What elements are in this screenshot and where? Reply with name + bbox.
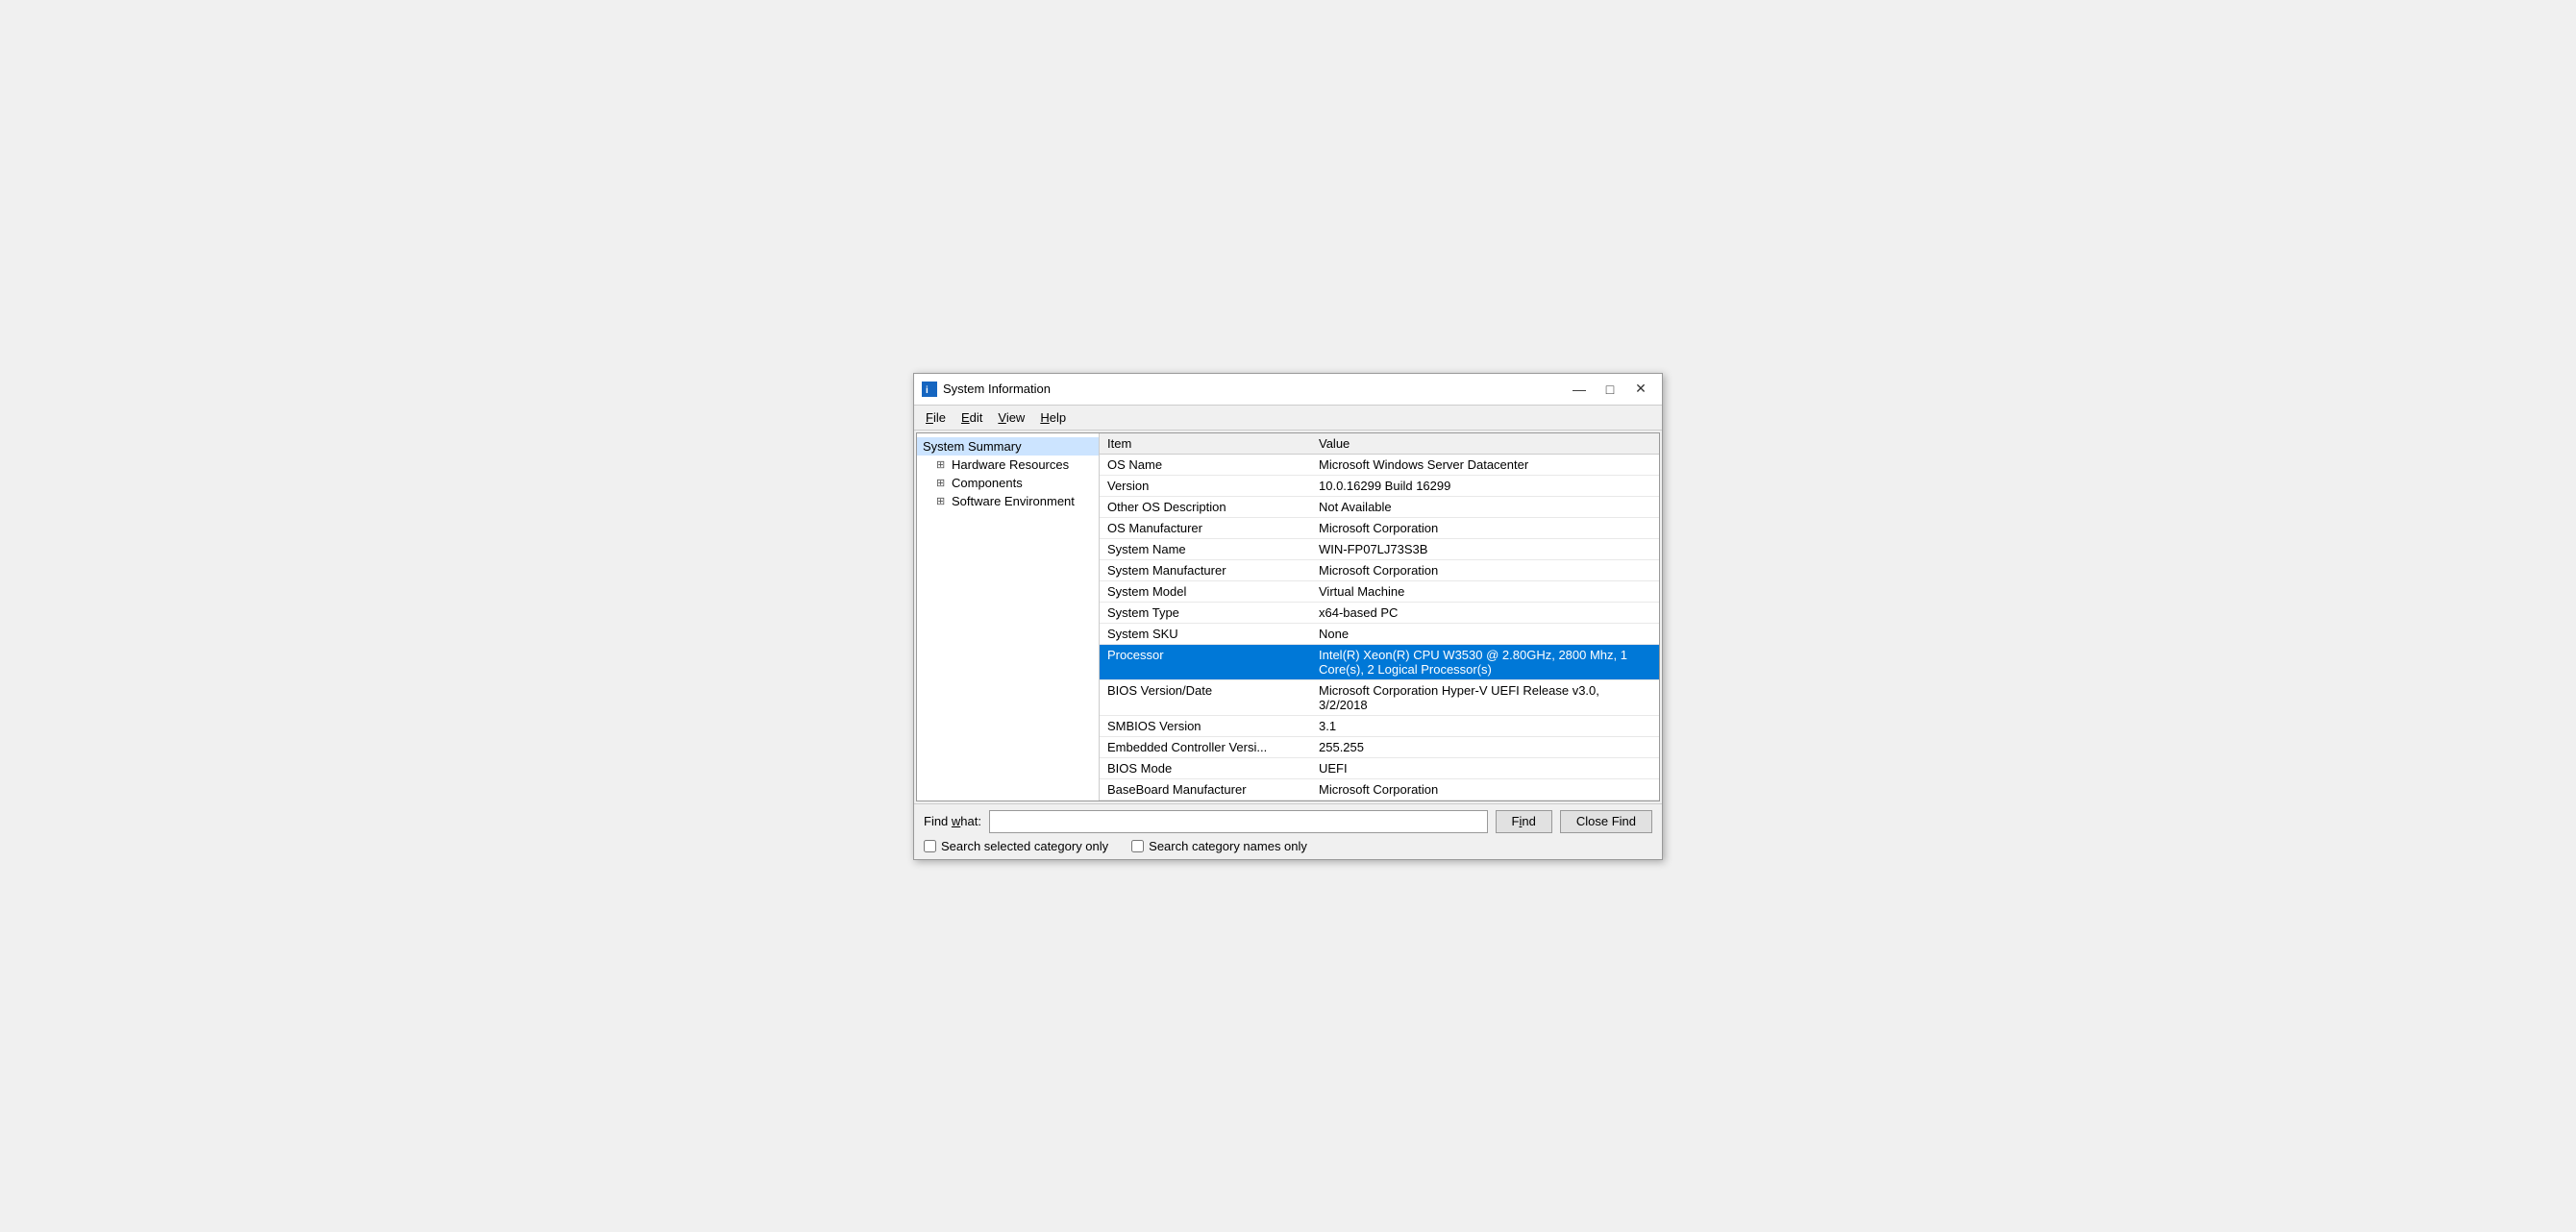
- table-row[interactable]: BIOS Version/DateMicrosoft Corporation H…: [1100, 679, 1659, 715]
- table-row[interactable]: System ModelVirtual Machine: [1100, 580, 1659, 602]
- find-input[interactable]: [989, 810, 1488, 833]
- table-cell-item: BIOS Version/Date: [1100, 679, 1311, 715]
- table-row[interactable]: OS NameMicrosoft Windows Server Datacent…: [1100, 454, 1659, 475]
- sidebar-item-components[interactable]: ⊞ Components: [917, 474, 1099, 492]
- column-header-value: Value: [1311, 433, 1659, 455]
- table-cell-value: Microsoft Windows Server Datacenter: [1311, 454, 1659, 475]
- sidebar-item-hardware-resources[interactable]: ⊞ Hardware Resources: [917, 456, 1099, 474]
- table-cell-value: Microsoft Corporation Hyper-V UEFI Relea…: [1311, 679, 1659, 715]
- table-cell-item: Other OS Description: [1100, 496, 1311, 517]
- menu-bar: File Edit View Help: [914, 406, 1662, 431]
- table-row[interactable]: OS ManufacturerMicrosoft Corporation: [1100, 517, 1659, 538]
- menu-help[interactable]: Help: [1032, 407, 1074, 428]
- table-cell-value: UEFI: [1311, 757, 1659, 778]
- menu-view[interactable]: View: [990, 407, 1032, 428]
- table-header-row: Item Value: [1100, 433, 1659, 455]
- table-row[interactable]: BaseBoard ManufacturerMicrosoft Corporat…: [1100, 778, 1659, 800]
- table-row[interactable]: System Typex64-based PC: [1100, 602, 1659, 623]
- title-bar-left: i System Information: [922, 382, 1051, 397]
- table-row[interactable]: System NameWIN-FP07LJ73S3B: [1100, 538, 1659, 559]
- table-cell-item: BIOS Mode: [1100, 757, 1311, 778]
- menu-file[interactable]: File: [918, 407, 954, 428]
- table-cell-item: Embedded Controller Versi...: [1100, 736, 1311, 757]
- find-row: Find what: Find Close Find: [924, 810, 1652, 833]
- table-row[interactable]: BIOS ModeUEFI: [1100, 757, 1659, 778]
- table-cell-value: 255.255: [1311, 736, 1659, 757]
- table-cell-value: None: [1311, 623, 1659, 644]
- table-row[interactable]: System ManufacturerMicrosoft Corporation: [1100, 559, 1659, 580]
- menu-edit[interactable]: Edit: [954, 407, 990, 428]
- table-cell-item: System Model: [1100, 580, 1311, 602]
- table-cell-value: WIN-FP07LJ73S3B: [1311, 538, 1659, 559]
- table-cell-value: Microsoft Corporation: [1311, 559, 1659, 580]
- expand-icon-hardware: ⊞: [936, 458, 948, 471]
- sidebar-item-software-environment[interactable]: ⊞ Software Environment: [917, 492, 1099, 510]
- table-cell-item: OS Name: [1100, 454, 1311, 475]
- table-row[interactable]: SMBIOS Version3.1: [1100, 715, 1659, 736]
- window-title: System Information: [943, 382, 1051, 396]
- table-cell-item: Version: [1100, 475, 1311, 496]
- table-cell-value: x64-based PC: [1311, 602, 1659, 623]
- close-find-button[interactable]: Close Find: [1560, 810, 1652, 833]
- title-bar: i System Information — □ ✕: [914, 374, 1662, 406]
- detail-panel: Item Value OS NameMicrosoft Windows Serv…: [1100, 433, 1659, 801]
- bottom-bar: Find what: Find Close Find Search select…: [914, 803, 1662, 859]
- close-button[interactable]: ✕: [1627, 380, 1654, 399]
- table-cell-item: BaseBoard Manufacturer: [1100, 778, 1311, 800]
- title-bar-buttons: — □ ✕: [1566, 380, 1654, 399]
- detail-table: Item Value OS NameMicrosoft Windows Serv…: [1100, 433, 1659, 801]
- table-row[interactable]: ProcessorIntel(R) Xeon(R) CPU W3530 @ 2.…: [1100, 644, 1659, 679]
- table-row[interactable]: Other OS DescriptionNot Available: [1100, 496, 1659, 517]
- table-cell-value: Microsoft Corporation: [1311, 517, 1659, 538]
- find-label: Find what:: [924, 814, 981, 828]
- maximize-button[interactable]: □: [1597, 380, 1623, 399]
- table-cell-value: 3.1: [1311, 715, 1659, 736]
- sidebar: System Summary ⊞ Hardware Resources ⊞ Co…: [917, 433, 1100, 801]
- system-information-window: i System Information — □ ✕ File Edit Vie…: [913, 373, 1663, 860]
- checkbox-selected-category[interactable]: Search selected category only: [924, 839, 1108, 853]
- table-cell-value: Virtual Machine: [1311, 580, 1659, 602]
- table-row[interactable]: Version10.0.16299 Build 16299: [1100, 475, 1659, 496]
- table-cell-item: System SKU: [1100, 623, 1311, 644]
- table-cell-item: SMBIOS Version: [1100, 715, 1311, 736]
- table-cell-item: Processor: [1100, 644, 1311, 679]
- checkbox-category-names-input[interactable]: [1131, 840, 1144, 852]
- table-cell-value: 10.0.16299 Build 16299: [1311, 475, 1659, 496]
- table-cell-value: Intel(R) Xeon(R) CPU W3530 @ 2.80GHz, 28…: [1311, 644, 1659, 679]
- table-cell-item: System Manufacturer: [1100, 559, 1311, 580]
- checkbox-category-names[interactable]: Search category names only: [1131, 839, 1307, 853]
- find-button[interactable]: Find: [1496, 810, 1552, 833]
- table-cell-item: System Type: [1100, 602, 1311, 623]
- expand-icon-components: ⊞: [936, 477, 948, 489]
- table-cell-item: System Name: [1100, 538, 1311, 559]
- column-header-item: Item: [1100, 433, 1311, 455]
- checkbox-row: Search selected category only Search cat…: [924, 839, 1652, 853]
- expand-icon-software: ⊞: [936, 495, 948, 507]
- table-cell-value: Not Available: [1311, 496, 1659, 517]
- app-icon: i: [922, 382, 937, 397]
- svg-text:i: i: [926, 385, 929, 396]
- main-content: System Summary ⊞ Hardware Resources ⊞ Co…: [916, 432, 1660, 801]
- sidebar-item-system-summary[interactable]: System Summary: [917, 437, 1099, 456]
- table-row[interactable]: Embedded Controller Versi...255.255: [1100, 736, 1659, 757]
- table-cell-value: Microsoft Corporation: [1311, 778, 1659, 800]
- table-row[interactable]: System SKUNone: [1100, 623, 1659, 644]
- minimize-button[interactable]: —: [1566, 380, 1593, 399]
- checkbox-selected-category-input[interactable]: [924, 840, 936, 852]
- table-cell-item: OS Manufacturer: [1100, 517, 1311, 538]
